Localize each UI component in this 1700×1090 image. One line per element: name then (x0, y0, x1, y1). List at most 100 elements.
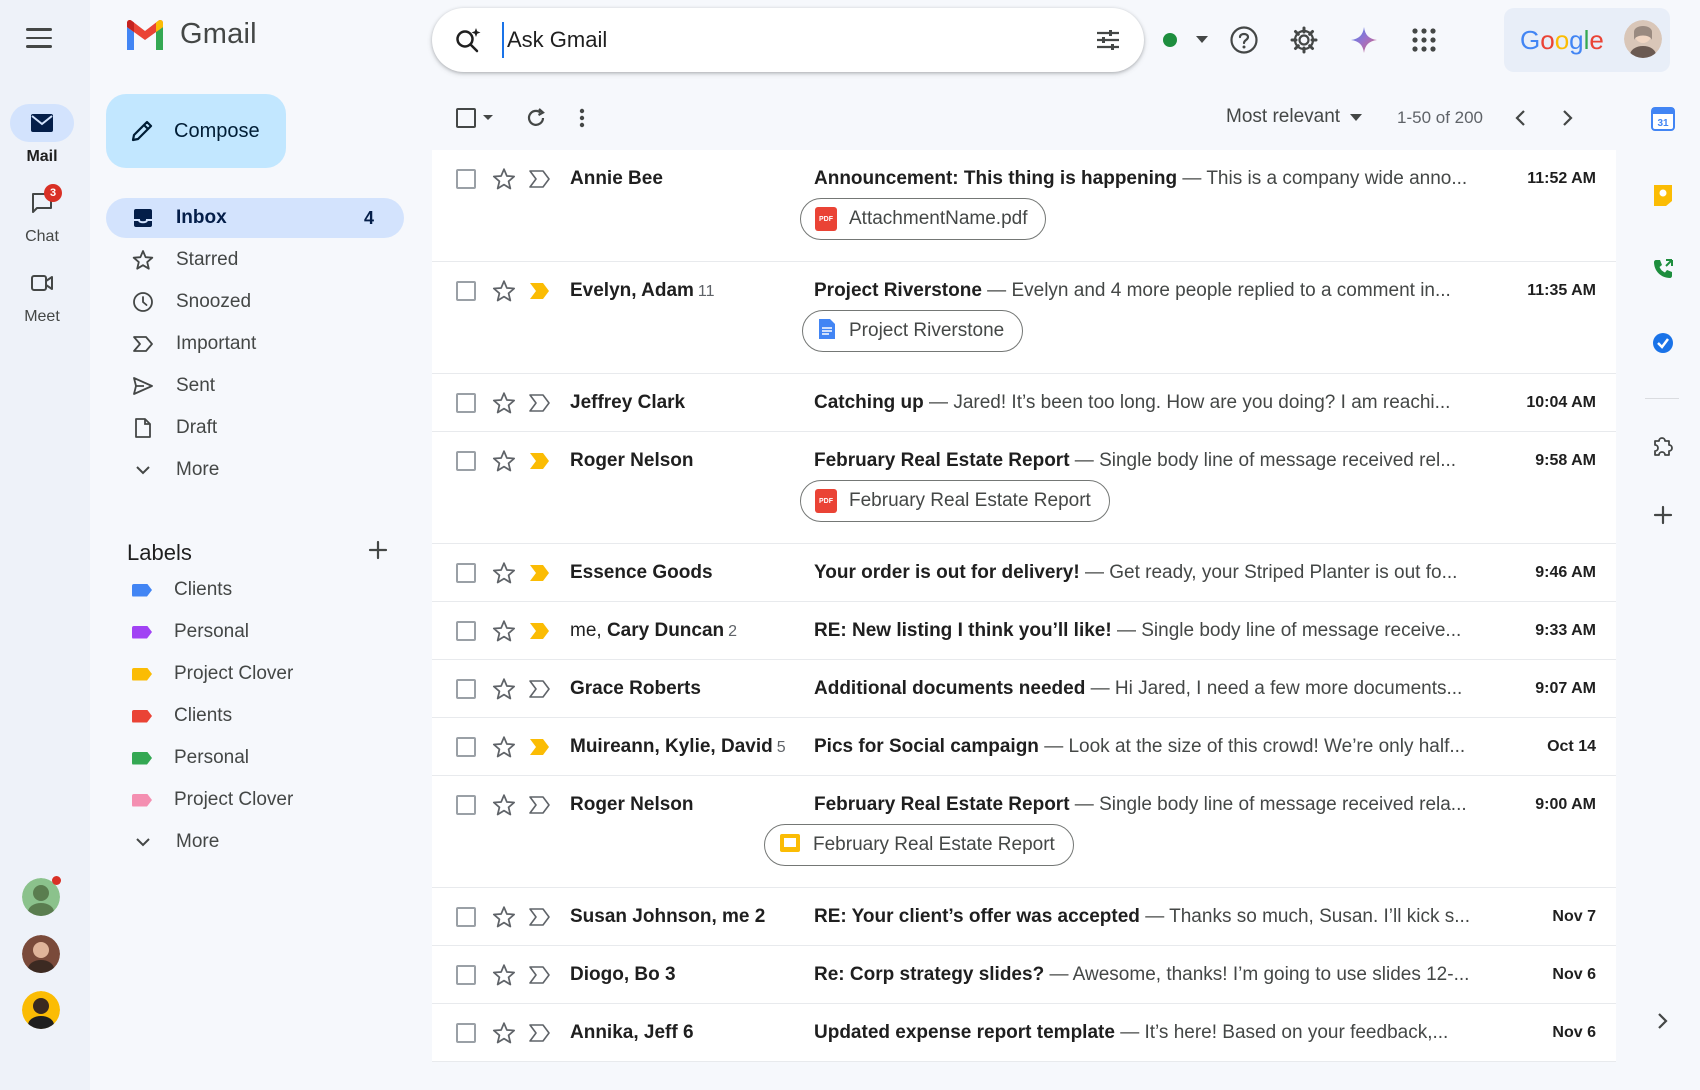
attachment-chip[interactable]: PDF AttachmentName.pdf (800, 198, 1047, 240)
important-marker-icon[interactable] (528, 737, 554, 757)
nav-item-snoozed[interactable]: Snoozed (106, 282, 404, 322)
rail-item-meet[interactable]: Meet (0, 264, 84, 326)
email-row[interactable]: Diogo, Bo 3 Re: Corp strategy slides? — A… (432, 946, 1616, 1004)
row-checkbox[interactable] (456, 169, 476, 189)
label-item[interactable]: Clients (106, 696, 404, 736)
apps-grid-icon[interactable] (1406, 22, 1442, 58)
star-icon[interactable] (492, 735, 516, 759)
star-icon[interactable] (492, 793, 516, 817)
attachment-chip[interactable]: PDF February Real Estate Report (800, 480, 1110, 522)
select-dropdown-icon[interactable] (478, 104, 498, 132)
important-marker-icon[interactable] (528, 393, 554, 413)
important-marker-icon[interactable] (528, 621, 554, 641)
star-icon[interactable] (492, 167, 516, 191)
gemini-sparkle-icon[interactable] (1346, 22, 1382, 58)
star-icon[interactable] (492, 619, 516, 643)
email-snippet: — Single body line of message receive... (1111, 620, 1462, 641)
email-row[interactable]: Jeffrey Clark Catching up — Jared! It’s b… (432, 374, 1616, 432)
gmail-logo[interactable]: Gmail (124, 18, 257, 51)
row-checkbox[interactable] (456, 393, 476, 413)
phone-icon[interactable] (1648, 254, 1678, 284)
star-icon[interactable] (492, 561, 516, 585)
search-icon[interactable] (454, 26, 482, 54)
nav-item-important[interactable]: Important (106, 324, 404, 364)
row-checkbox[interactable] (456, 1023, 476, 1043)
gear-icon[interactable] (1286, 22, 1322, 58)
email-row[interactable]: me, Cary Duncan 2 RE: New listing I think … (432, 602, 1616, 660)
email-row[interactable]: Evelyn, Adam 11 Project Riverstone — Evely… (432, 262, 1616, 374)
row-checkbox[interactable] (456, 679, 476, 699)
row-checkbox[interactable] (456, 451, 476, 471)
email-row[interactable]: Muireann, Kylie, David 5 Pics for Social c… (432, 718, 1616, 776)
important-marker-icon[interactable] (528, 281, 554, 301)
important-marker-icon[interactable] (528, 451, 554, 471)
star-icon[interactable] (492, 391, 516, 415)
row-checkbox[interactable] (456, 281, 476, 301)
important-marker-icon[interactable] (528, 563, 554, 583)
label-item[interactable]: Clients (106, 570, 404, 610)
important-marker-icon[interactable] (528, 169, 554, 189)
search-input[interactable] (502, 22, 1042, 58)
row-checkbox[interactable] (456, 621, 476, 641)
attachment-chip[interactable]: Project Riverstone (802, 310, 1024, 352)
label-item[interactable]: Personal (106, 738, 404, 778)
important-marker-icon[interactable] (528, 907, 554, 927)
more-options-icon[interactable] (568, 104, 596, 132)
refresh-icon[interactable] (522, 104, 550, 132)
labels-more[interactable]: More (106, 822, 404, 862)
main-menu-icon[interactable] (26, 28, 52, 50)
important-marker-icon[interactable] (528, 965, 554, 985)
row-checkbox[interactable] (456, 563, 476, 583)
compose-button[interactable]: Compose (106, 94, 286, 168)
sort-dropdown[interactable]: Most relevant (1226, 106, 1363, 128)
help-icon[interactable] (1226, 22, 1262, 58)
search-options-icon[interactable] (1094, 26, 1122, 54)
keep-icon[interactable] (1648, 180, 1678, 210)
nav-item-more[interactable]: More (106, 450, 404, 490)
label-item[interactable]: Project Clover (106, 780, 404, 820)
rail-item-mail[interactable]: Mail (0, 104, 84, 166)
star-icon[interactable] (492, 963, 516, 987)
select-all-checkbox[interactable] (452, 104, 480, 132)
star-icon[interactable] (492, 279, 516, 303)
important-marker-icon[interactable] (528, 795, 554, 815)
status-indicator[interactable] (1163, 33, 1177, 47)
row-checkbox[interactable] (456, 907, 476, 927)
add-label-icon[interactable] (364, 536, 392, 564)
row-checkbox[interactable] (456, 965, 476, 985)
expand-panel-icon[interactable] (1648, 1006, 1678, 1036)
important-marker-icon[interactable] (528, 1023, 554, 1043)
tasks-icon[interactable] (1648, 328, 1678, 358)
star-icon[interactable] (492, 677, 516, 701)
email-row[interactable]: Roger Nelson February Real Estate Report … (432, 432, 1616, 544)
nav-item-sent[interactable]: Sent (106, 366, 404, 406)
calendar-icon[interactable]: 31 (1648, 104, 1678, 134)
email-row[interactable]: Roger Nelson February Real Estate Report … (432, 776, 1616, 888)
add-icon[interactable] (1648, 500, 1678, 530)
next-page-icon[interactable] (1554, 104, 1582, 132)
rail-label-mail: Mail (26, 148, 58, 165)
important-marker-icon[interactable] (528, 679, 554, 699)
attachment-chip[interactable]: February Real Estate Report (764, 824, 1074, 866)
status-dropdown-icon[interactable] (1196, 36, 1208, 43)
star-icon[interactable] (492, 1021, 516, 1045)
nav-item-inbox[interactable]: Inbox 4 (106, 198, 404, 238)
label-item[interactable]: Personal (106, 612, 404, 652)
chat-contact-avatar[interactable] (22, 991, 60, 1029)
nav-item-starred[interactable]: Starred (106, 240, 404, 280)
row-checkbox[interactable] (456, 795, 476, 815)
rail-item-chat[interactable]: 3 Chat (0, 184, 84, 246)
star-icon[interactable] (492, 905, 516, 929)
star-icon[interactable] (492, 449, 516, 473)
email-row[interactable]: Annika, Jeff 6 Updated expense report tem… (432, 1004, 1616, 1062)
row-checkbox[interactable] (456, 737, 476, 757)
nav-item-draft[interactable]: Draft (106, 408, 404, 448)
email-row[interactable]: Annie Bee Announcement: This thing is hap… (432, 150, 1616, 262)
previous-page-icon[interactable] (1506, 104, 1534, 132)
label-item[interactable]: Project Clover (106, 654, 404, 694)
email-row[interactable]: Susan Johnson, me 2 RE: Your client’s off… (432, 888, 1616, 946)
add-ons-icon[interactable] (1648, 430, 1678, 460)
chat-contact-avatar[interactable] (22, 935, 60, 973)
email-row[interactable]: Grace Roberts Additional documents needed… (432, 660, 1616, 718)
email-row[interactable]: Essence Goods Your order is out for deliv… (432, 544, 1616, 602)
